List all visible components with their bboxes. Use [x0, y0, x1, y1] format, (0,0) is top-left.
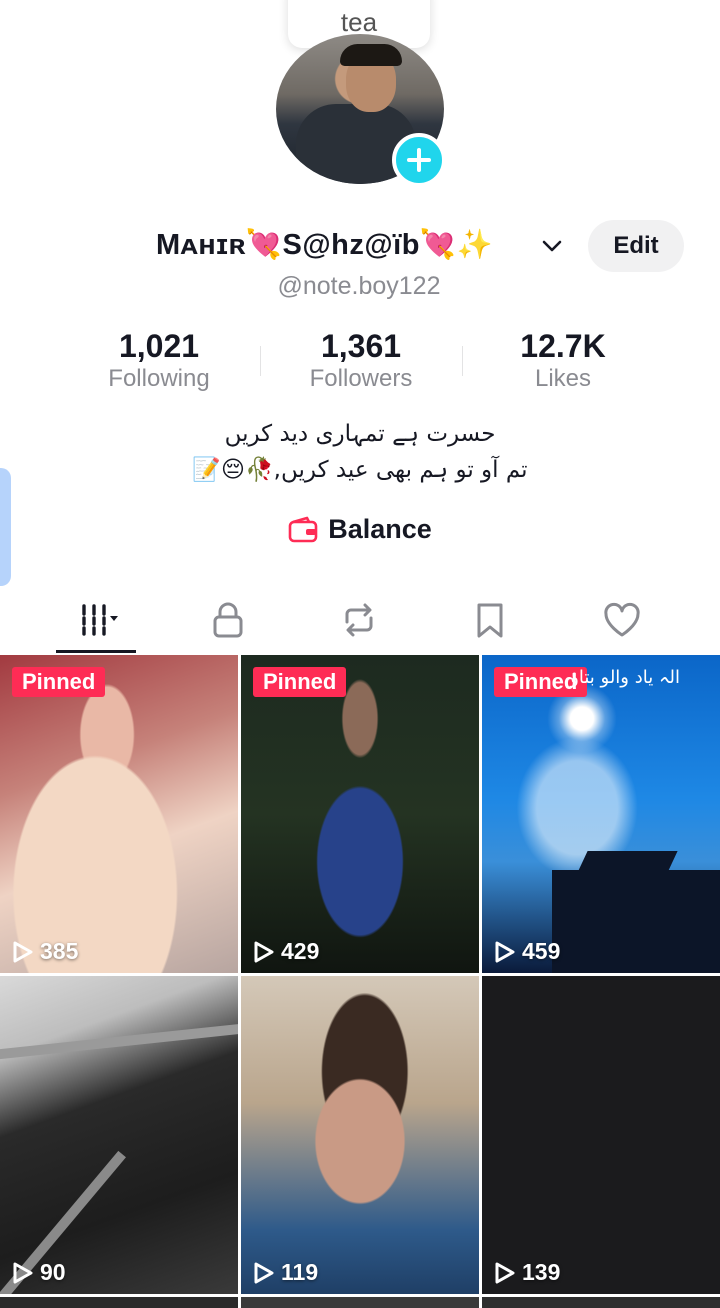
tab-reposts[interactable]: [309, 586, 409, 654]
play-icon: [13, 941, 33, 962]
stat-value: 1,021: [118, 328, 200, 364]
stat-followers[interactable]: 1,361 Followers: [260, 328, 462, 398]
video-grid: Pinned 385 Pinned 429 Pinned الہ یاد وال…: [0, 655, 720, 1308]
chevron-down-icon[interactable]: [540, 234, 564, 258]
view-count: 429: [253, 938, 319, 965]
video-thumbnail-partial[interactable]: [482, 1297, 720, 1308]
wallet-icon: [288, 516, 318, 542]
view-count-value: 119: [281, 1259, 319, 1285]
tab-private[interactable]: [178, 586, 278, 654]
repost-icon: [345, 603, 373, 637]
stat-label: Likes: [534, 365, 592, 392]
stat-label: Followers: [309, 365, 413, 392]
stat-value: 1,361: [320, 328, 402, 364]
video-thumbnail[interactable]: 90: [0, 976, 238, 1294]
stat-label: Following: [108, 365, 210, 392]
play-icon: [13, 1262, 33, 1283]
view-count: 385: [12, 938, 78, 965]
plus-icon: [407, 148, 431, 172]
heart-icon: [604, 602, 640, 637]
stat-following[interactable]: 1,021 Following: [58, 328, 260, 398]
stat-likes[interactable]: 12.7K Likes: [462, 328, 664, 398]
display-name: Mᴀʜɪʀ💘S@hz@ïb💘✨: [156, 229, 494, 261]
video-thumbnail[interactable]: Pinned الہ یاد والو بتاؤ 459: [482, 655, 720, 973]
tab-videos[interactable]: [46, 586, 146, 654]
view-count: 459: [494, 938, 560, 965]
active-tab-indicator: [56, 650, 136, 653]
edge-handle[interactable]: [0, 468, 11, 586]
stat-value: 12.7K: [520, 328, 606, 364]
balance-label: Balance: [328, 514, 432, 544]
view-count: 139: [494, 1259, 560, 1286]
balance-button[interactable]: Balance: [0, 514, 720, 545]
lock-icon: [213, 602, 243, 638]
username: @note.boy122: [277, 272, 441, 300]
play-icon: [254, 941, 274, 962]
video-thumbnail-partial[interactable]: [0, 1297, 238, 1308]
tab-liked[interactable]: [572, 586, 672, 654]
add-avatar-button[interactable]: [392, 133, 446, 187]
grid-icon: [82, 604, 118, 636]
bookmark-icon: [477, 603, 503, 638]
view-count: 90: [12, 1259, 66, 1286]
video-overlay-text: الہ یاد والو بتاؤ: [570, 667, 680, 688]
play-icon: [495, 1262, 515, 1283]
view-count: 119: [253, 1259, 318, 1286]
video-thumbnail[interactable]: 139: [482, 976, 720, 1294]
play-icon: [254, 1262, 274, 1283]
video-thumbnail-partial[interactable]: [241, 1297, 479, 1308]
bio-line: تم آو تو ہم بھی عید کریں,🥀😔📝: [192, 457, 528, 483]
tab-favorites[interactable]: [440, 586, 540, 654]
view-count-value: 90: [40, 1259, 66, 1285]
pinned-badge: Pinned: [12, 667, 106, 697]
view-count-value: 459: [522, 938, 561, 964]
edit-profile-button[interactable]: Edit: [588, 220, 684, 272]
name-row: Mᴀʜɪʀ💘S@hz@ïb💘✨ Edit: [0, 220, 720, 272]
video-thumbnail[interactable]: 119: [241, 976, 479, 1294]
pinned-badge: Pinned: [253, 667, 347, 697]
view-count-value: 429: [281, 938, 320, 964]
view-count-value: 385: [40, 938, 79, 964]
play-icon: [495, 941, 515, 962]
profile-stats: 1,021 Following 1,361 Followers 12.7K Li…: [58, 328, 664, 398]
profile-tabs: [0, 586, 720, 654]
bio-line: حسرت ہے تمہاری دید کریں: [224, 421, 496, 447]
video-thumbnail[interactable]: Pinned 429: [241, 655, 479, 973]
profile-bio: حسرت ہے تمہاری دید کریں تم آو تو ہم بھی …: [0, 416, 720, 488]
video-thumbnail[interactable]: Pinned 385: [0, 655, 238, 973]
view-count-value: 139: [522, 1259, 561, 1285]
